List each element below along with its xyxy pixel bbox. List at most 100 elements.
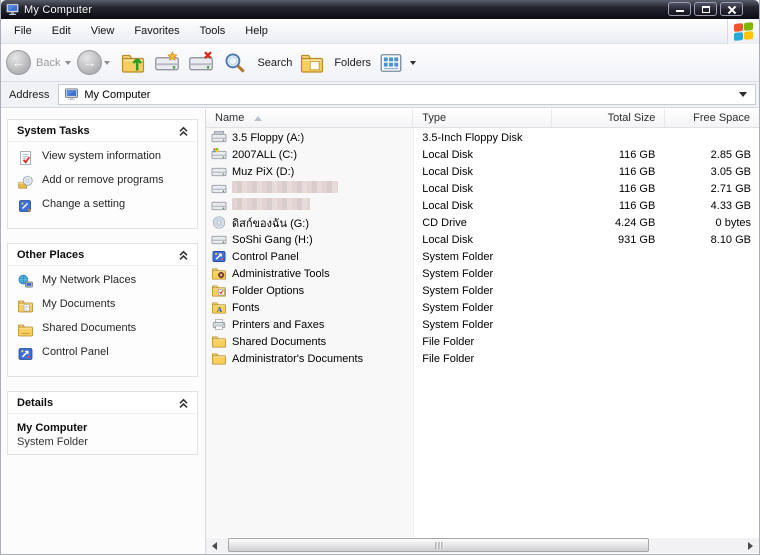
folders-button[interactable]: Folders [295,51,374,75]
task-link-my-documents[interactable]: My Documents [17,298,191,314]
address-input[interactable]: My Computer [58,84,756,105]
scroll-left-button[interactable] [207,538,222,553]
file-list-row[interactable]: 3.5 Floppy (A:) 3.5-Inch Floppy Disk [206,129,759,146]
hard-drive-icon [211,232,227,247]
file-list-row[interactable]: Folder Options System Folder [206,282,759,299]
toolbar: ← Back → Search Folders [1,44,759,82]
file-list-row[interactable]: Muz PiX (D:) Local Disk 116 GB 3.05 GB [206,163,759,180]
menu-tools[interactable]: Tools [190,21,236,41]
back-icon: ← [12,55,25,70]
task-link-change-a-setting[interactable]: Change a setting [17,198,191,214]
views-button[interactable] [374,51,422,75]
file-list-row[interactable]: Local Disk 116 GB 2.71 GB [206,180,759,197]
task-link-control-panel[interactable]: Control Panel [17,346,191,362]
file-list-row[interactable]: ดิสก์ของฉัน (G:) CD Drive 4.24 GB 0 byte… [206,214,759,231]
free-space: 4.33 GB [710,199,751,212]
horizontal-scrollbar[interactable] [206,538,759,553]
file-type: Local Disk [422,148,473,161]
collapse-chevron-icon[interactable] [178,250,189,261]
file-list-row[interactable]: SoShi Gang (H:) Local Disk 931 GB 8.10 G… [206,231,759,248]
windows-logo-icon [727,19,759,44]
file-name: Administrator's Documents [232,352,364,365]
title-bar[interactable]: My Computer [1,0,759,19]
task-label: Shared Documents [42,322,137,334]
collapse-chevron-icon[interactable] [178,126,189,137]
back-button[interactable]: ← Back [6,50,77,75]
minimize-button[interactable] [668,2,691,16]
search-button[interactable]: Search [218,51,295,75]
file-list-row[interactable]: Local Disk 116 GB 4.33 GB [206,197,759,214]
file-type: File Folder [422,352,475,365]
task-label: View system information [42,150,162,162]
file-list-row[interactable]: 2007ALL (C:) Local Disk 116 GB 2.85 GB [206,146,759,163]
task-pane-sidebar: System Tasks View system information Add… [1,109,206,554]
file-list-row[interactable]: Shared Documents File Folder [206,333,759,350]
views-dropdown-icon[interactable] [410,60,417,65]
system-tasks-header[interactable]: System Tasks [8,120,197,142]
maximize-icon [702,6,710,13]
task-label: Add or remove programs [42,174,164,186]
disconnect-drive-button[interactable] [189,50,214,75]
system-drive-icon [211,147,227,162]
redacted-drive-name [232,198,310,213]
scrollbar-thumb[interactable] [228,538,649,552]
menu-file[interactable]: File [4,21,42,41]
file-name: Administrative Tools [232,267,330,280]
menu-edit[interactable]: Edit [42,21,81,41]
file-list-row[interactable]: Printers and Faxes System Folder [206,316,759,333]
column-header-type[interactable]: Type [413,109,552,127]
address-dropdown-icon[interactable] [739,92,747,97]
collapse-chevron-icon[interactable] [178,398,189,409]
address-label: Address [9,88,50,101]
file-list-row[interactable]: A Fonts System Folder [206,299,759,316]
file-type: System Folder [422,250,494,263]
task-link-add-or-remove-programs[interactable]: Add or remove programs [17,174,191,190]
column-header-free-space[interactable]: Free Space [665,109,759,127]
menu-help[interactable]: Help [235,21,278,41]
task-link-shared-documents[interactable]: Shared Documents [17,322,191,338]
folder-options-icon [211,283,227,298]
total-size: 4.24 GB [614,216,656,229]
close-button[interactable] [720,2,743,16]
free-space: 8.10 GB [710,233,751,246]
task-link-my-network-places[interactable]: My Network Places [17,274,191,290]
file-list-row[interactable]: Control Panel System Folder [206,248,759,265]
total-size: 931 GB [618,233,656,246]
file-list-pane: Name Type Total Size Free Space 3.5 Flop… [206,109,759,554]
file-name: Shared Documents [232,335,327,348]
file-type: Local Disk [422,199,473,212]
back-dropdown-icon[interactable] [65,60,72,65]
hard-drive-icon [211,181,227,196]
task-label: Control Panel [42,346,109,358]
column-header-name[interactable]: Name [206,109,414,127]
forward-button[interactable]: → [77,50,116,75]
hard-drive-icon [211,164,227,179]
details-header[interactable]: Details [8,392,197,414]
other-places-header[interactable]: Other Places [8,244,197,266]
file-list-row[interactable]: Administrator's Documents File Folder [206,350,759,367]
total-size: 116 GB [618,182,656,195]
forward-dropdown-icon[interactable] [104,60,111,65]
maximize-button[interactable] [694,2,717,16]
add-remove-programs-icon [17,174,34,190]
menu-view[interactable]: View [81,21,125,41]
up-folder-button[interactable] [121,51,145,75]
views-icon [379,51,403,75]
task-link-view-system-information[interactable]: View system information [17,150,191,166]
file-type: CD Drive [422,216,467,229]
menu-favorites[interactable]: Favorites [124,21,189,41]
my-computer-icon [5,2,20,17]
file-type: Local Disk [422,233,473,246]
file-name: Control Panel [232,250,299,263]
column-headers: Name Type Total Size Free Space [206,109,759,128]
scroll-left-icon [212,541,217,550]
column-header-total-size[interactable]: Total Size [552,109,666,127]
map-drive-button[interactable] [155,50,180,75]
system-info-icon [17,150,34,166]
scroll-right-button[interactable] [743,538,758,553]
file-list-row[interactable]: Administrative Tools System Folder [206,265,759,282]
change-setting-icon [17,198,34,214]
task-label: My Network Places [42,274,137,286]
fonts-folder-icon: A [211,300,227,315]
back-label: Back [36,56,61,69]
